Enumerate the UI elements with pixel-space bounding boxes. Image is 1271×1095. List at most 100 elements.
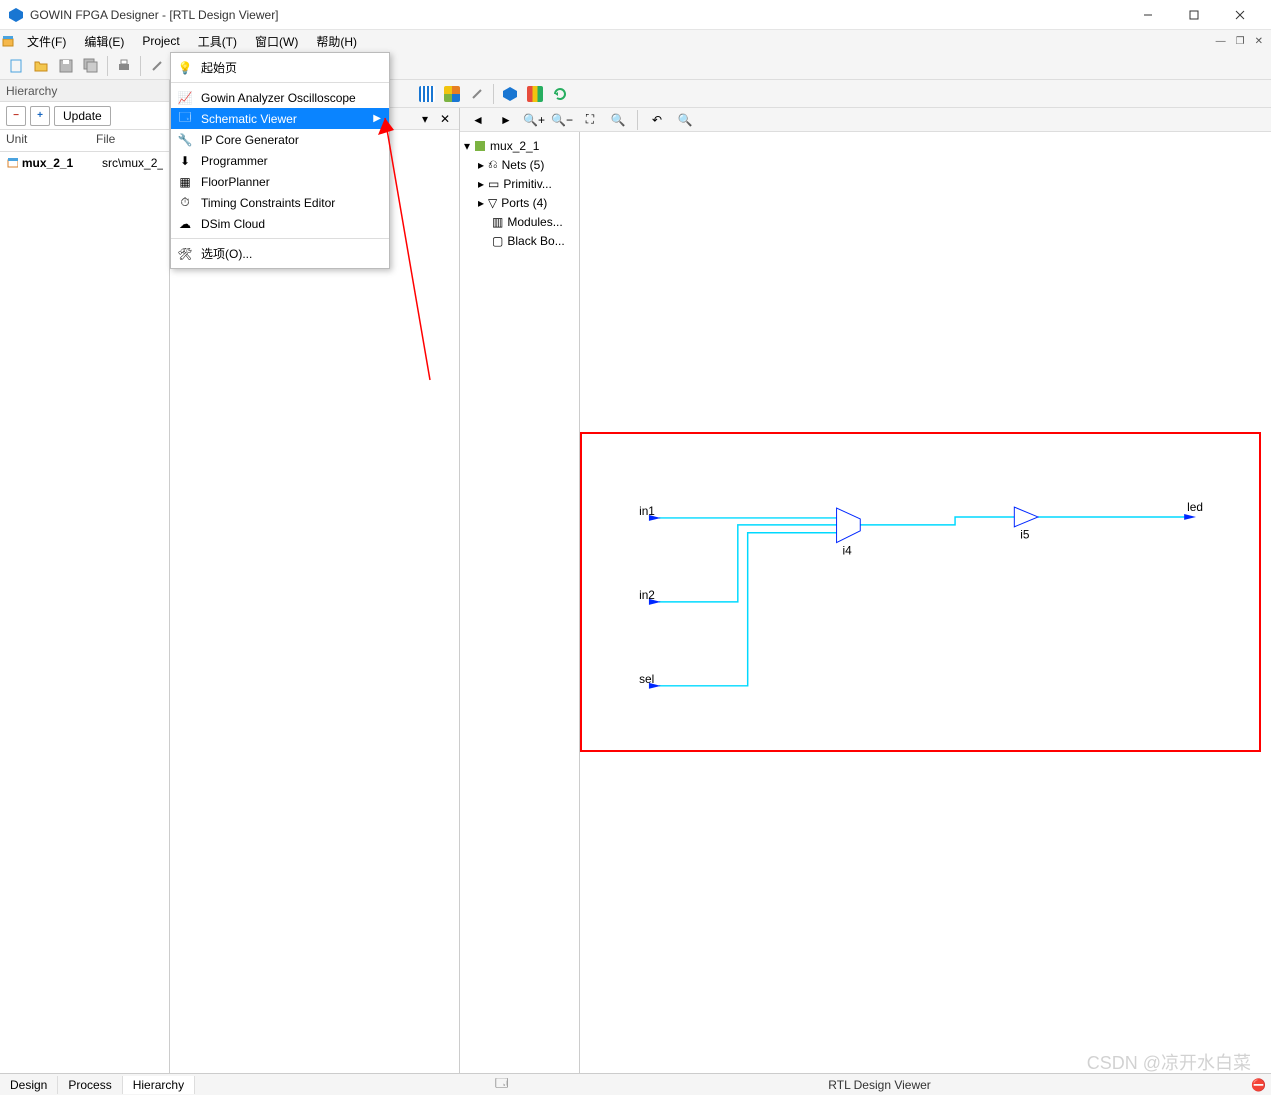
- floorplanner-icon: ▦: [177, 174, 193, 190]
- pane-menu-button[interactable]: ▾: [417, 111, 433, 127]
- wand2-icon[interactable]: [465, 82, 489, 106]
- minimize-button[interactable]: [1125, 0, 1171, 30]
- column-file: File: [90, 130, 121, 151]
- hierarchy-panel: Hierarchy − + Update Unit File mux_2_1 s…: [0, 80, 170, 1073]
- menu-file[interactable]: 文件(F): [18, 31, 75, 52]
- cube-icon[interactable]: [498, 82, 522, 106]
- programmer-icon: ⬇: [177, 153, 193, 169]
- save-button[interactable]: [54, 54, 78, 78]
- module-icon: [6, 156, 18, 170]
- bulb-icon: 💡: [177, 60, 193, 76]
- menu-window[interactable]: 窗口(W): [246, 31, 307, 52]
- menu-edit[interactable]: 编辑(E): [75, 31, 133, 52]
- instance-i5[interactable]: i5: [1014, 507, 1038, 542]
- svg-text:i5: i5: [1020, 528, 1030, 542]
- dd-floorplanner[interactable]: ▦FloorPlanner: [171, 171, 389, 192]
- save-all-button[interactable]: [79, 54, 103, 78]
- tree-item-primitives[interactable]: ▸▭Primitiv...: [464, 174, 575, 193]
- zoom-out-button[interactable]: 🔍−: [550, 108, 574, 132]
- find-button[interactable]: 🔍: [673, 108, 697, 132]
- chip-icon: [474, 140, 486, 152]
- mdi-icon: [2, 35, 14, 47]
- chevron-right-icon[interactable]: ▸: [478, 196, 484, 210]
- dd-gao[interactable]: 📈Gowin Analyzer Oscilloscope: [171, 87, 389, 108]
- window-title: GOWIN FPGA Designer - [RTL Design Viewer…: [30, 8, 1125, 22]
- new-file-button[interactable]: [4, 54, 28, 78]
- port-in1: in1: [639, 504, 655, 518]
- hierarchy-unit: mux_2_1: [22, 156, 98, 170]
- options-icon: 🛠: [177, 246, 193, 262]
- footer-schematic-icon: 🗔: [495, 1074, 508, 1095]
- hierarchy-file: src\mux_2_1.: [102, 156, 163, 170]
- nav-back-button[interactable]: ◄: [466, 108, 490, 132]
- zoom-in-button[interactable]: 🔍+: [522, 108, 546, 132]
- rtl-viewer: ◄ ► 🔍+ 🔍− ⛶ 🔍 ↶ 🔍 ▾: [460, 108, 1271, 1073]
- update-button[interactable]: Update: [54, 106, 111, 126]
- dd-start-page[interactable]: 💡起始页: [171, 57, 389, 78]
- port-sel: sel: [639, 672, 654, 686]
- hierarchy-row[interactable]: mux_2_1 src\mux_2_1.: [0, 152, 169, 174]
- status-center-label: RTL Design Viewer: [508, 1078, 1251, 1092]
- menubar: 文件(F) 编辑(E) Project 工具(T) 窗口(W) 帮助(H) — …: [0, 30, 1271, 52]
- dd-schematic-viewer[interactable]: 🗔Schematic Viewer▶: [171, 108, 389, 129]
- dd-programmer[interactable]: ⬇Programmer: [171, 150, 389, 171]
- nav-fwd-button[interactable]: ►: [494, 108, 518, 132]
- undo-button[interactable]: ↶: [645, 108, 669, 132]
- design-tree[interactable]: ▾ mux_2_1 ▸⎌Nets (5) ▸▭Primitiv... ▸▽Por…: [460, 132, 580, 1073]
- submenu-arrow-icon: ▶: [373, 113, 381, 124]
- dd-options[interactable]: 🛠选项(O)...: [171, 243, 389, 264]
- hierarchy-panel-title: Hierarchy: [0, 80, 169, 102]
- timing-icon: ⏱: [177, 195, 193, 211]
- app-logo-icon: [8, 7, 24, 23]
- print-button[interactable]: [112, 54, 136, 78]
- tab-design[interactable]: Design: [0, 1076, 58, 1094]
- chevron-right-icon[interactable]: ▸: [478, 158, 484, 172]
- menu-project[interactable]: Project: [133, 32, 188, 50]
- maximize-button[interactable]: [1171, 0, 1217, 30]
- grid-icon[interactable]: [415, 82, 439, 106]
- tree-item-blackbox[interactable]: ▢Black Bo...: [464, 231, 575, 250]
- tree-item-ports[interactable]: ▸▽Ports (4): [464, 193, 575, 212]
- tab-process[interactable]: Process: [58, 1076, 122, 1094]
- expand-all-button[interactable]: +: [30, 106, 50, 126]
- dd-dsim[interactable]: ☁DSim Cloud: [171, 213, 389, 234]
- tab-hierarchy[interactable]: Hierarchy: [123, 1076, 195, 1094]
- grid2-icon[interactable]: [440, 82, 464, 106]
- watermark: CSDN @凉开水白菜: [1087, 1049, 1251, 1075]
- hierarchy-columns: Unit File: [0, 130, 169, 152]
- zoom-fit-button[interactable]: ⛶: [578, 108, 602, 132]
- ipcore-icon: 🔧: [177, 132, 193, 148]
- tree-root[interactable]: ▾ mux_2_1: [464, 136, 575, 155]
- instance-i4[interactable]: i4: [837, 508, 861, 557]
- refresh-icon[interactable]: [548, 82, 572, 106]
- error-indicator-icon[interactable]: ⛔: [1251, 1078, 1271, 1092]
- open-folder-button[interactable]: [29, 54, 53, 78]
- status-bar: Design Process Hierarchy 🗔 RTL Design Vi…: [0, 1073, 1271, 1095]
- menu-help[interactable]: 帮助(H): [307, 31, 366, 52]
- pane-close-button[interactable]: ✕: [437, 111, 453, 127]
- schematic-highlight-box: in1 in2 sel led i4: [580, 432, 1261, 752]
- blocks-icon[interactable]: [523, 82, 547, 106]
- port-in2: in2: [639, 588, 655, 602]
- chevron-right-icon[interactable]: ▸: [478, 177, 484, 191]
- schematic-canvas[interactable]: in1 in2 sel led i4: [580, 132, 1271, 1073]
- dd-timing[interactable]: ⏱Timing Constraints Editor: [171, 192, 389, 213]
- zoom-actual-button[interactable]: 🔍: [606, 108, 630, 132]
- svg-text:i4: i4: [842, 543, 852, 557]
- mdi-restore-icon[interactable]: ❐: [1232, 36, 1249, 47]
- dd-ip-core[interactable]: 🔧IP Core Generator: [171, 129, 389, 150]
- tools-dropdown: 💡起始页 📈Gowin Analyzer Oscilloscope 🗔Schem…: [170, 52, 390, 269]
- schematic-icon: 🗔: [177, 111, 193, 127]
- menu-tools[interactable]: 工具(T): [189, 31, 246, 52]
- close-button[interactable]: [1217, 0, 1263, 30]
- chevron-down-icon[interactable]: ▾: [464, 139, 470, 153]
- port-led: led: [1187, 500, 1203, 514]
- wand-button[interactable]: [145, 54, 169, 78]
- cloud-icon: ☁: [177, 216, 193, 232]
- mdi-close-icon[interactable]: ✕: [1251, 36, 1267, 47]
- mdi-minimize-icon[interactable]: —: [1212, 36, 1230, 47]
- collapse-all-button[interactable]: −: [6, 106, 26, 126]
- tree-item-nets[interactable]: ▸⎌Nets (5): [464, 155, 575, 174]
- oscilloscope-icon: 📈: [177, 90, 193, 106]
- tree-item-modules[interactable]: ▥Modules...: [464, 212, 575, 231]
